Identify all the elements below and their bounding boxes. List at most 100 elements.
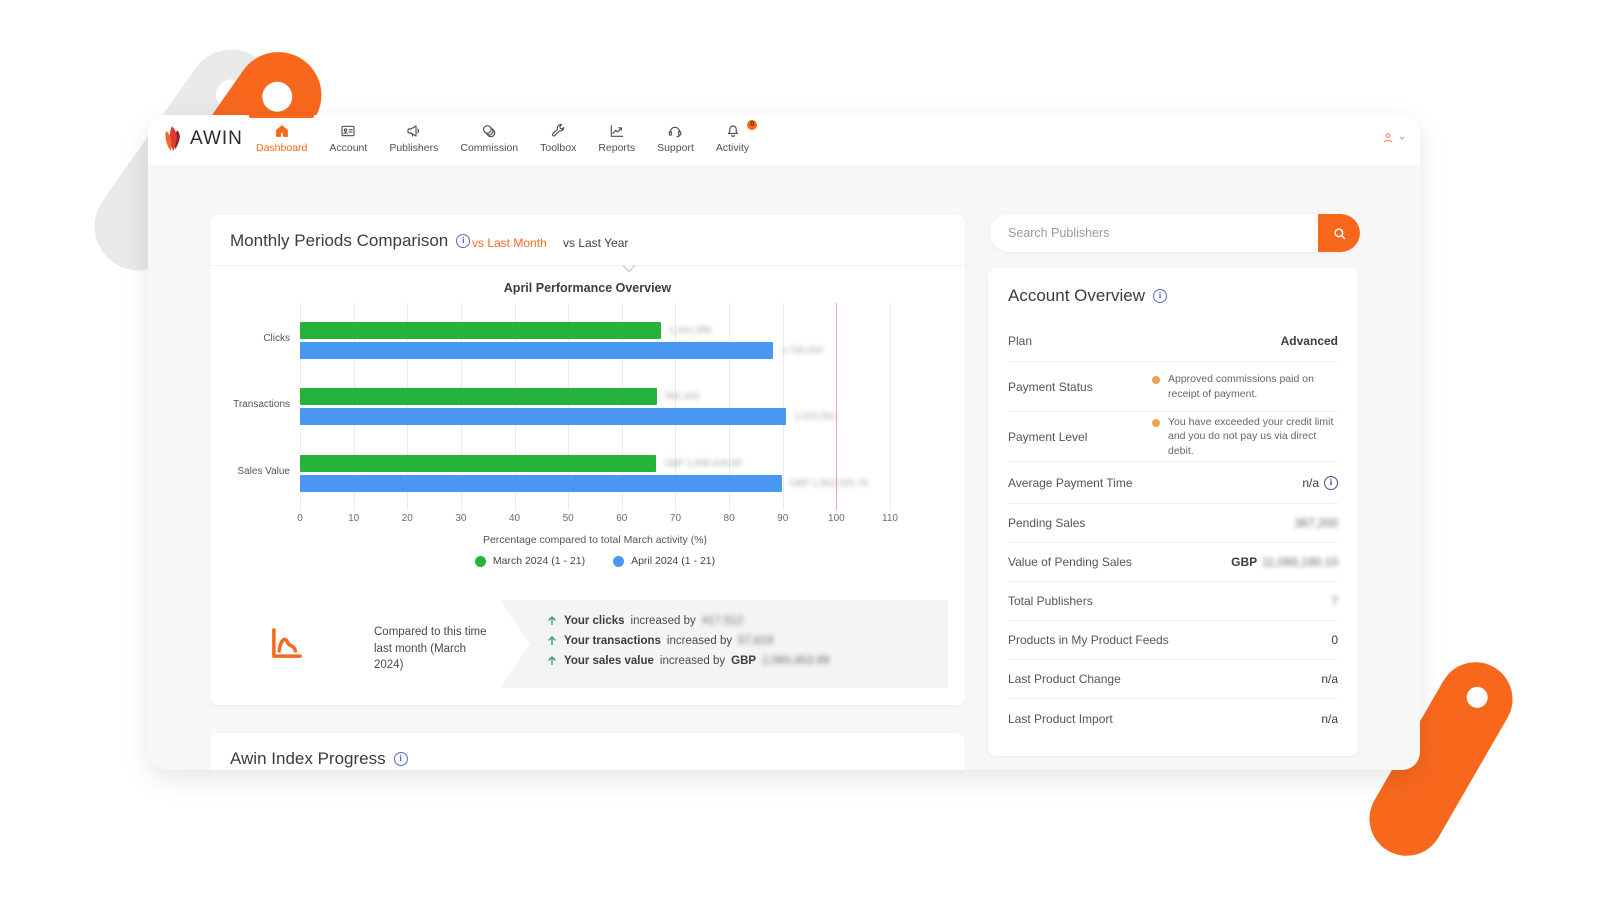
nav-item-account[interactable]: Account <box>318 115 378 165</box>
nav-item-dashboard[interactable]: Dashboard <box>245 115 318 165</box>
account-overview-rows: PlanAdvanced Payment Status Approved commi… <box>1008 320 1338 738</box>
account-row-payment-level: Payment LevelYou have exceeded your cred… <box>1008 412 1338 462</box>
bar-value-label: 1,020,061 <box>794 408 836 425</box>
card-title: Account Overview <box>1008 286 1145 306</box>
nav-item-support[interactable]: Support <box>646 115 705 165</box>
row-value: n/a <box>1321 672 1338 686</box>
legend-item[interactable]: March 2024 (1 - 21) <box>475 555 585 567</box>
row-value-text: 0 <box>1331 633 1338 647</box>
summary-subject: Your clicks <box>564 615 625 627</box>
chevron-down-icon <box>1398 134 1406 142</box>
gridline <box>783 303 784 510</box>
x-tick-label: 110 <box>882 513 898 524</box>
card-title-row: Awin Index Progress i <box>230 749 408 769</box>
category-label: Sales Value <box>202 466 290 477</box>
account-row-total-publishers: Total Publishers7 <box>1008 582 1338 621</box>
summary-line: Your transactionsincreased by57,619 <box>546 634 829 647</box>
search-input[interactable] <box>990 214 1316 252</box>
collapse-chevron-icon[interactable] <box>622 260 636 278</box>
x-tick-label: 40 <box>509 513 520 524</box>
main-nav: Dashboard Account PublishersCommissionTool… <box>245 115 760 165</box>
gridline <box>890 303 891 510</box>
x-tick-label: 50 <box>563 513 574 524</box>
row-value-text: n/a <box>1302 476 1319 490</box>
summary-verb: increased by <box>667 635 732 647</box>
account-overview-card: Account Overview i PlanAdvanced Payment S… <box>988 268 1358 756</box>
x-tick-label: 90 <box>777 513 788 524</box>
nav-item-commission[interactable]: Commission <box>449 115 529 165</box>
summary-verb: increased by <box>631 615 696 627</box>
info-icon[interactable]: i <box>394 752 408 766</box>
user-menu[interactable] <box>1381 131 1406 145</box>
row-value-text: Advanced <box>1281 334 1338 348</box>
legend-dot <box>475 556 486 567</box>
nav-item-label: Activity <box>716 142 749 154</box>
x-tick-label: 80 <box>724 513 735 524</box>
up-arrow-icon <box>546 634 558 647</box>
account-row-value-of-pending-sales: Value of Pending SalesGBP11,066,190.10 <box>1008 543 1338 582</box>
row-value: Advanced <box>1281 334 1338 348</box>
tab-vs-last-year[interactable]: vs Last Year <box>563 236 628 250</box>
row-value: n/a <box>1321 712 1338 726</box>
comparison-summary: Compared to this time last month (March … <box>228 600 948 688</box>
row-value: GBP11,066,190.10 <box>1231 555 1338 569</box>
nav-item-label: Support <box>657 142 694 154</box>
legend-label: April 2024 (1 - 21) <box>631 555 715 567</box>
summary-value: 57,619 <box>738 635 773 647</box>
summary-value: 2,060,453.99 <box>762 655 829 667</box>
nav-item-toolbox[interactable]: Toolbox <box>529 115 587 165</box>
row-value: 7 <box>1331 594 1338 608</box>
summary-verb: increased by <box>660 655 725 667</box>
bar-march-sales-value <box>300 455 656 472</box>
summary-currency: GBP <box>731 655 756 667</box>
status-dot <box>1152 419 1160 427</box>
wrench-icon <box>550 123 566 139</box>
page: AWIN Dashboard Account PublishersCommissio… <box>0 0 1600 900</box>
account-row-last-product-change: Last Product Changen/a <box>1008 660 1338 699</box>
bell-icon <box>725 123 741 139</box>
info-icon[interactable]: i <box>1324 476 1338 490</box>
monthly-periods-comparison-card: Monthly Periods Comparison i vs Last Mon… <box>210 215 965 705</box>
legend-item[interactable]: April 2024 (1 - 21) <box>613 555 715 567</box>
pin-hole <box>1463 683 1492 712</box>
megaphone-icon <box>406 123 422 139</box>
category-label: Transactions <box>202 399 290 410</box>
x-tick-label: 30 <box>455 513 466 524</box>
nav-item-activity[interactable]: Activity0 <box>705 115 760 165</box>
tab-vs-last-month[interactable]: vs Last Month <box>472 236 547 250</box>
x-axis-label: Percentage compared to total March activ… <box>300 534 890 546</box>
publisher-search <box>990 214 1360 252</box>
legend-label: March 2024 (1 - 21) <box>493 555 585 567</box>
search-button[interactable] <box>1318 214 1360 252</box>
x-tick-label: 10 <box>348 513 359 524</box>
user-icon <box>1381 131 1395 145</box>
summary-value: 417,512 <box>702 615 744 627</box>
nav-item-label: Account <box>329 142 367 154</box>
nav-item-label: Dashboard <box>256 142 307 154</box>
summary-line: Your clicks increased by 417,512 <box>546 614 829 627</box>
x-tick-label: 70 <box>670 513 681 524</box>
info-icon[interactable]: i <box>456 234 470 248</box>
row-status: Approved commissions paid on receipt of … <box>1152 372 1338 400</box>
account-row-average-payment-time: Average Payment Time n/a i <box>1008 462 1338 504</box>
nav-item-reports[interactable]: Reports <box>587 115 646 165</box>
up-arrow-icon <box>546 614 558 627</box>
row-label: Payment Status <box>1008 380 1093 394</box>
summary-compared-text: Compared to this time last month (March … <box>374 624 490 674</box>
awin-logo[interactable]: AWIN <box>162 124 243 154</box>
nav-item-publishers[interactable]: Publishers <box>378 115 449 165</box>
chart-title: April Performance Overview <box>210 281 965 295</box>
bar-march-clicks <box>300 322 661 339</box>
bar-april-clicks <box>300 342 773 359</box>
info-icon[interactable]: i <box>1153 289 1167 303</box>
account-row-plan: PlanAdvanced <box>1008 320 1338 362</box>
card-header: Monthly Periods Comparison i vs Last Mon… <box>210 215 965 266</box>
awin-index-progress-card: Awin Index Progress i <box>210 733 965 770</box>
coins-icon <box>481 123 497 139</box>
chart-legend: March 2024 (1 - 21) April 2024 (1 - 21) <box>300 555 890 567</box>
card-title-row: Account Overview i <box>1008 286 1167 306</box>
row-label: Average Payment Time <box>1008 476 1133 490</box>
bar-value-label: 962,442 <box>665 388 699 405</box>
status-dot <box>1152 376 1160 384</box>
card-title: Awin Index Progress <box>230 749 386 769</box>
